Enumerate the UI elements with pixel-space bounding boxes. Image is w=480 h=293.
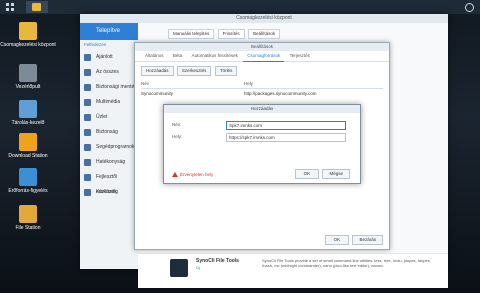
main-toolbar: Manuális telepítés Frissítés Beállítások: [168, 29, 282, 39]
edit-source-button[interactable]: Szerkesztés: [176, 66, 212, 76]
sidebar-item-multimedia[interactable]: Multimédia: [80, 95, 138, 110]
manual-install-button[interactable]: Manuális telepítés: [168, 29, 215, 39]
tab-auto-updates[interactable]: Automatikus frissítések: [188, 51, 242, 61]
sidebar-item-security[interactable]: Biztonság: [80, 125, 138, 140]
community-icon: [84, 189, 91, 196]
desktop-icon-control-panel[interactable]: Vezérlőpult: [0, 64, 56, 90]
briefcase-icon: [84, 114, 91, 121]
list-item[interactable]: SynoCli File Tools Új SynoCli File Tools…: [138, 253, 448, 288]
tab-beta[interactable]: Béta: [169, 51, 186, 61]
sidebar-item-all[interactable]: Az összes: [80, 65, 138, 80]
location-input[interactable]: https://spk7.imnks.com: [226, 133, 346, 142]
dialog-tabs: Általános Béta Automatikus frissítések C…: [135, 51, 389, 62]
desktop-icon-file-station[interactable]: File Station: [0, 205, 56, 231]
package-badge: Új: [196, 265, 200, 270]
column-location: Hely: [244, 81, 254, 86]
storage-manager-icon: [19, 100, 37, 118]
sources-table-header: Név Hely: [141, 80, 383, 89]
tab-distribution[interactable]: Terjesztés: [286, 51, 314, 61]
package-icon: [170, 259, 188, 277]
sidebar-item-business[interactable]: Üzlet: [80, 110, 138, 125]
desktop-icon-package-center[interactable]: Csomagkezelési központ: [0, 22, 56, 48]
status-message: Érvénytelen hely: [172, 172, 213, 177]
source-url: http://packages.synocommunity.com: [244, 91, 317, 96]
sidebar-item-community[interactable]: Közösség: [80, 185, 138, 200]
package-center-icon: [32, 3, 41, 11]
grid-icon: [84, 69, 91, 76]
location-label: Hely:: [172, 134, 183, 139]
sidebar-item-backup[interactable]: Biztonsági mentés: [80, 80, 138, 95]
source-name: Synocommunity: [141, 91, 174, 96]
control-panel-icon: [19, 64, 37, 82]
tab-package-sources[interactable]: Csomagforrások: [243, 51, 285, 62]
backup-icon: [84, 84, 91, 91]
column-name: Név: [141, 81, 150, 86]
sidebar-item-installed[interactable]: Telepítve: [80, 23, 138, 40]
window-title: Csomagkezelési központ: [80, 14, 448, 23]
sidebar-item-recommended[interactable]: Ajánlott: [80, 50, 138, 65]
warning-icon: [172, 172, 178, 177]
add-cancel-button[interactable]: Mégse: [322, 169, 350, 179]
name-input[interactable]: Spk7.imnks.com: [226, 121, 346, 130]
package-name: SynoCli File Tools: [196, 258, 239, 264]
wrench-icon: [84, 174, 91, 181]
multimedia-icon: [84, 99, 91, 106]
table-row[interactable]: Synocommunity http://packages.synocommun…: [141, 89, 383, 98]
name-label: Név:: [172, 122, 182, 127]
rocket-icon: [84, 159, 91, 166]
sidebar-item-productivity[interactable]: Hatékonyság: [80, 155, 138, 170]
search-icon[interactable]: [465, 3, 474, 12]
add-dialog-title: Hozzáadás: [164, 105, 360, 113]
delete-source-button[interactable]: Törlés: [214, 66, 238, 76]
dialog-footer: OK Bezárás: [324, 235, 385, 245]
sidebar-item-utilities[interactable]: Segédprogramok: [80, 140, 138, 155]
package-center-icon: [19, 22, 37, 40]
package-description: SynoCli File Tools provide a set of smal…: [262, 258, 431, 268]
desktop-icon-storage-manager[interactable]: Tárolás-kezelő: [0, 100, 56, 126]
sources-toolbar: Hozzáadás Szerkesztés Törlés: [141, 66, 383, 76]
resource-monitor-icon: [19, 168, 37, 186]
add-dialog-buttons: OK Mégse: [294, 169, 352, 179]
thumbs-up-icon: [84, 54, 91, 61]
settings-button[interactable]: Beállítások: [248, 29, 281, 39]
close-button[interactable]: Bezárás: [352, 235, 383, 245]
taskbar: [0, 0, 480, 14]
desktop-icon-resource-monitor[interactable]: Erőforrás-figyelés: [0, 168, 56, 194]
sidebar-item-developer-tools[interactable]: Fejlesztői eszközök: [80, 170, 138, 195]
refresh-button[interactable]: Frissítés: [217, 29, 245, 39]
ok-button[interactable]: OK: [324, 235, 350, 245]
desktop-icon-download-station[interactable]: Download Station: [0, 133, 56, 159]
file-station-icon: [19, 205, 37, 223]
sidebar: Telepítve Felfedezés Ajánlott Az összes …: [80, 23, 138, 269]
gear-icon: [84, 144, 91, 151]
add-source-button[interactable]: Hozzáadás: [141, 66, 174, 76]
add-source-dialog: Hozzáadás Név: Spk7.imnks.com Hely: http…: [163, 104, 361, 184]
sidebar-category-explore: Felfedezés: [84, 42, 107, 47]
dialog-title: Beállítások: [135, 43, 389, 51]
main-menu-icon[interactable]: [6, 3, 14, 11]
download-station-icon: [19, 133, 37, 151]
tab-general[interactable]: Általános: [141, 51, 168, 61]
shield-icon: [84, 129, 91, 136]
taskbar-package-center-button[interactable]: [26, 1, 48, 13]
add-ok-button[interactable]: OK: [294, 169, 320, 179]
